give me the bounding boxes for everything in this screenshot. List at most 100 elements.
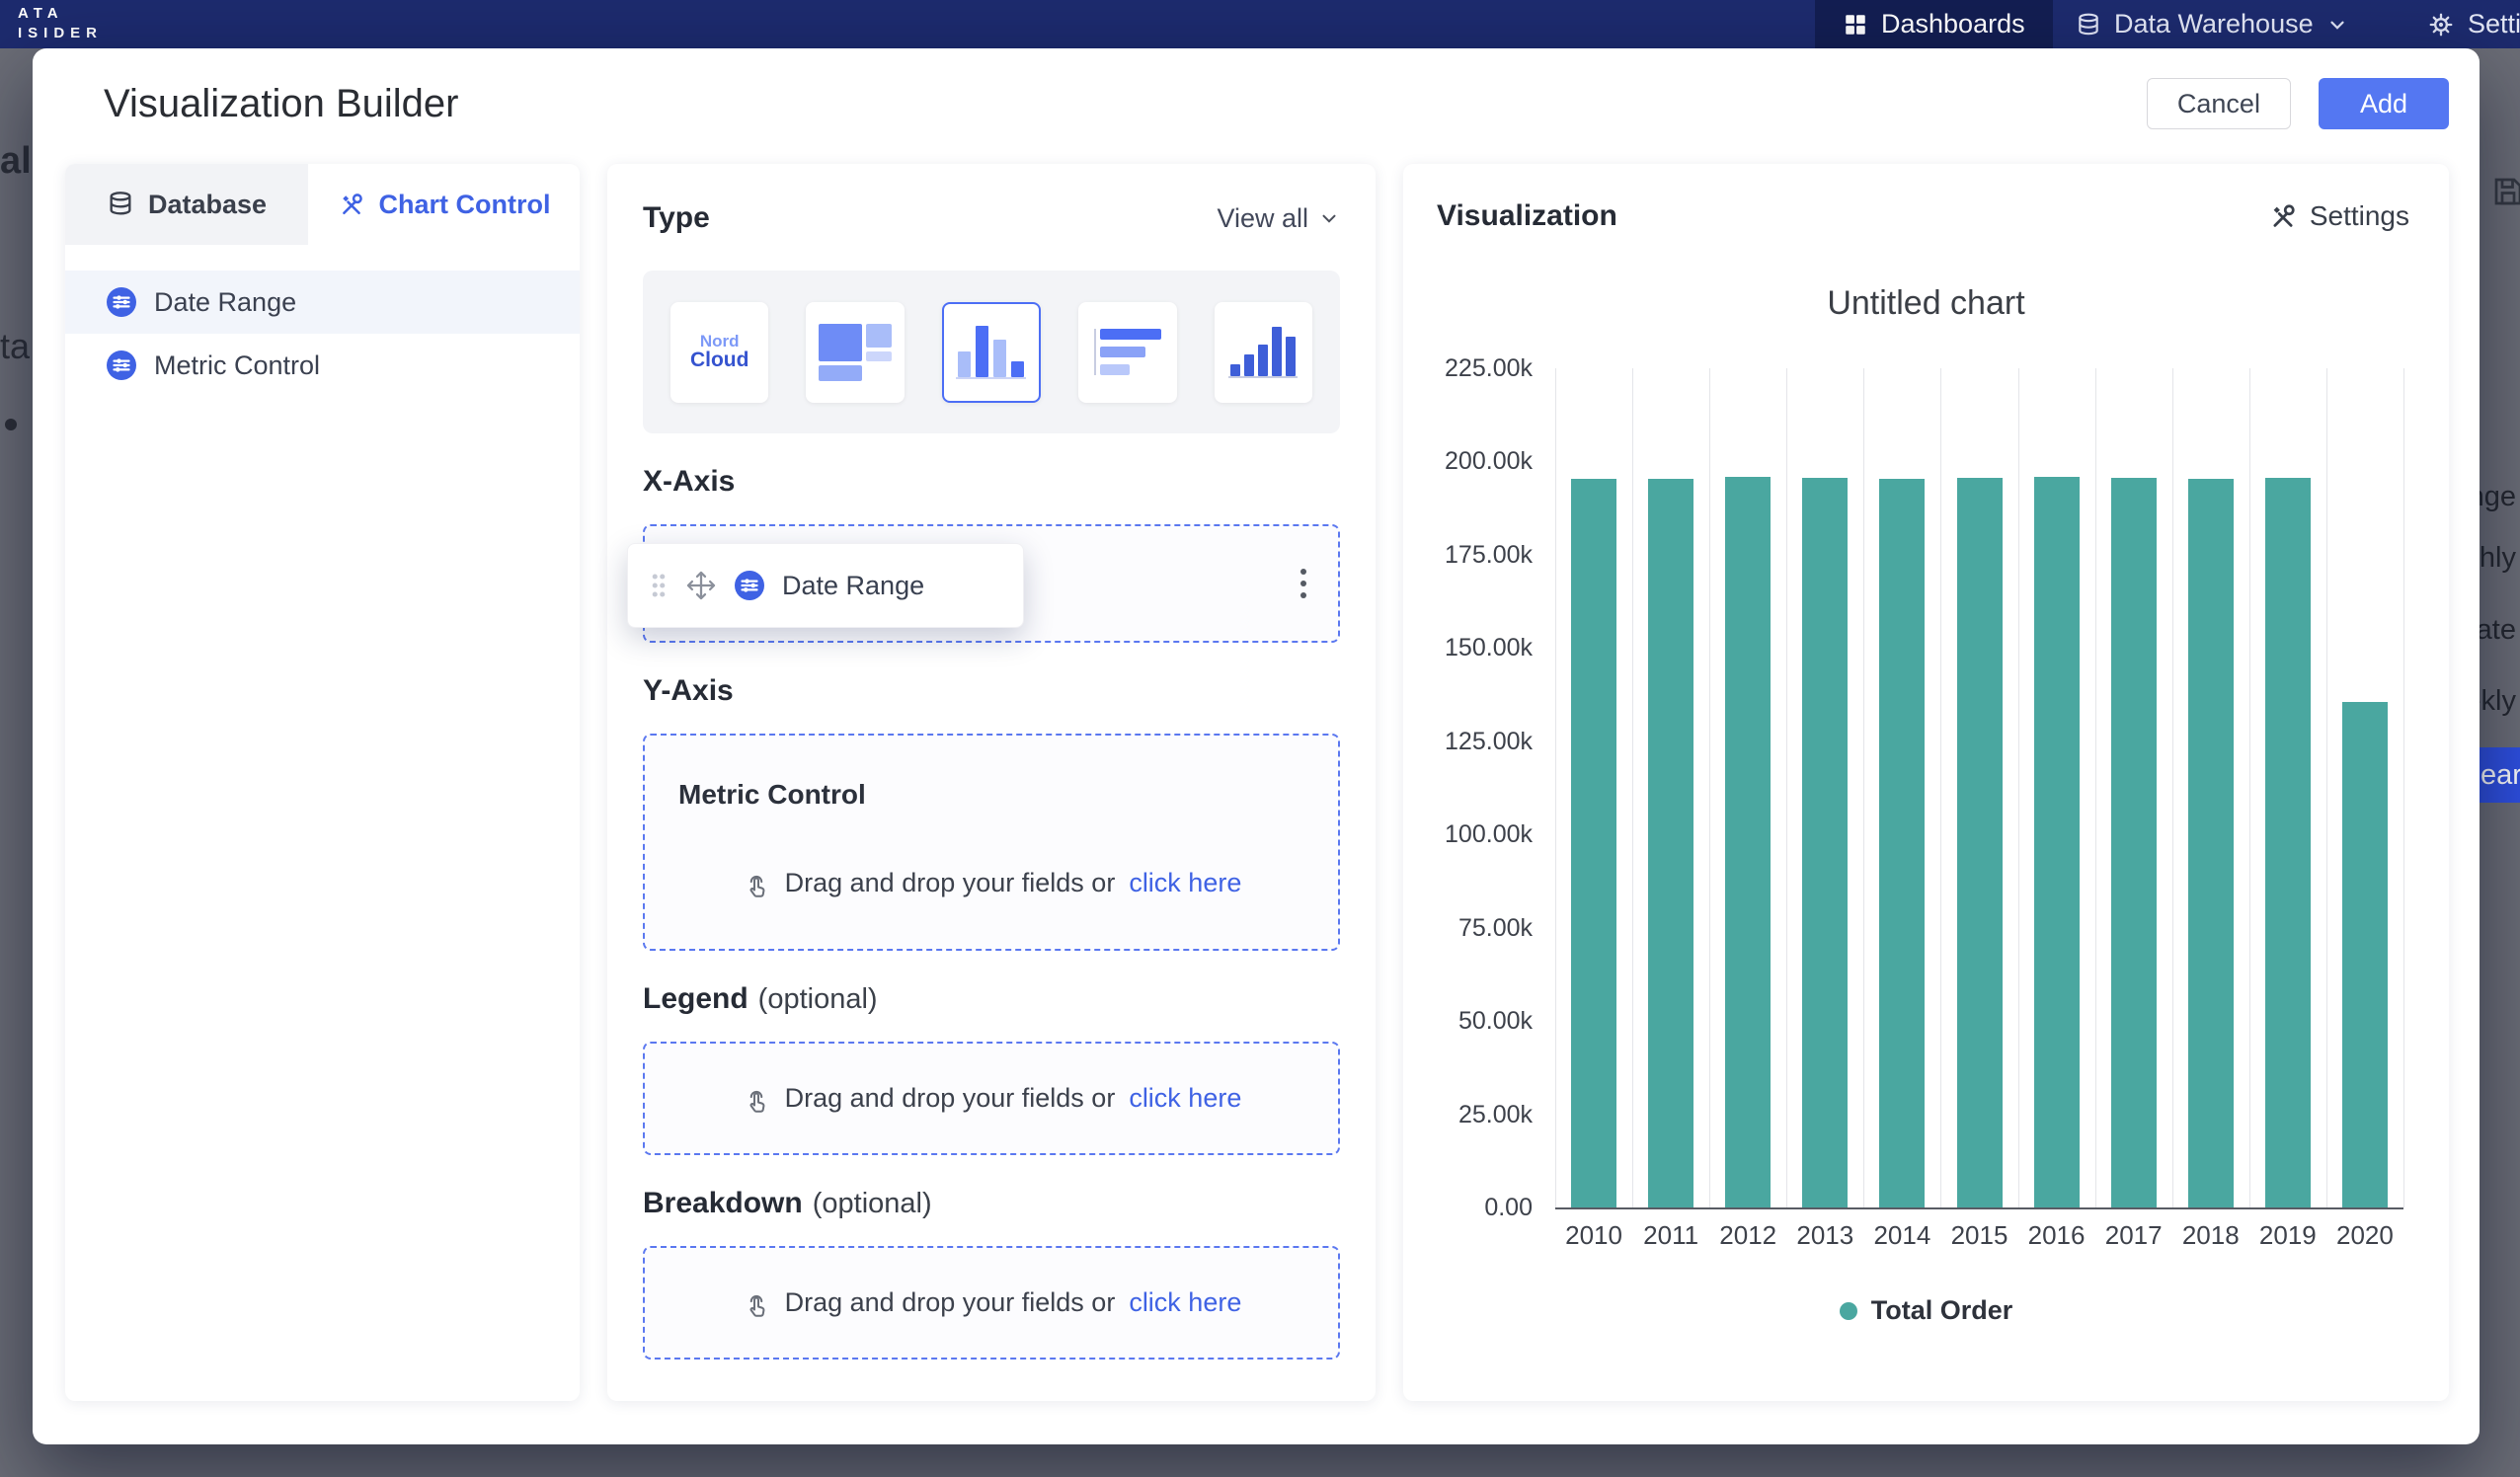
control-field-list: Date Range Metric Control	[65, 271, 580, 397]
horizontal-bar-icon	[1094, 329, 1161, 375]
control-filter-icon	[107, 287, 136, 317]
modal-header: Visualization Builder Cancel Add	[33, 48, 2480, 129]
nav-dashboards-label: Dashboards	[1881, 9, 2025, 39]
chart-type-treemap[interactable]	[806, 302, 904, 403]
nav-settings-label: Setti	[2468, 9, 2520, 39]
dashboards-grid-icon	[1843, 12, 1868, 38]
x-axis-line	[1555, 1207, 2403, 1209]
chart-type-histogram[interactable]	[1215, 302, 1312, 403]
tab-chart-control-label: Chart Control	[379, 190, 551, 220]
legend-heading: Legend(optional)	[643, 982, 1340, 1016]
fields-panel-tabs: Database Chart Control	[65, 164, 580, 245]
y-axis-tick-label: 100.00k	[1414, 819, 1533, 849]
x-axis-tick-label: 2020	[2326, 1220, 2403, 1250]
gridline	[2172, 368, 2173, 1207]
tab-database-label: Database	[148, 190, 267, 220]
cancel-button[interactable]: Cancel	[2147, 78, 2291, 129]
brand-logo: ATA ISIDER	[18, 4, 103, 43]
chart-layer: 225.00k200.00k175.00k150.00k125.00k100.0…	[1403, 164, 2449, 1401]
nav-dashboards[interactable]: Dashboards	[1815, 0, 2053, 48]
word-cloud-icon: Nord Cloud	[690, 333, 748, 372]
field-date-range[interactable]: Date Range	[65, 271, 580, 334]
chart-type-word-cloud[interactable]: Nord Cloud	[670, 302, 768, 403]
nav-data-warehouse[interactable]: Data Warehouse	[2076, 0, 2348, 48]
click-here-link[interactable]: click here	[1129, 868, 1241, 898]
chevron-down-icon	[2326, 14, 2348, 36]
y-axis-tick-label: 75.00k	[1414, 913, 1533, 943]
y-axis-tick-label: 150.00k	[1414, 633, 1533, 662]
legend-marker	[1840, 1302, 1857, 1320]
bar-2013	[1802, 478, 1848, 1207]
bar-2015	[1957, 478, 2003, 1207]
drop-hint-text: Drag and drop your fields or	[785, 1287, 1116, 1318]
tap-hand-icon	[742, 1288, 771, 1318]
chart-type-bar[interactable]	[1078, 302, 1176, 403]
control-filter-icon	[735, 571, 764, 600]
y-axis-heading: Y-Axis	[643, 674, 1340, 708]
y-axis-tick-label: 0.00	[1414, 1193, 1533, 1222]
legend-dropzone[interactable]: Drag and drop your fields or click here	[643, 1042, 1340, 1155]
grouped-column-icon	[956, 326, 1026, 379]
y-axis-dropzone[interactable]: Metric Control Drag and drop your fields…	[643, 734, 1340, 951]
chart-type-strip: Nord Cloud	[643, 271, 1340, 433]
view-all-label: View all	[1217, 203, 1308, 234]
field-metric-control[interactable]: Metric Control	[65, 334, 580, 397]
tools-icon	[338, 191, 365, 218]
bar-2019	[2265, 478, 2311, 1207]
click-here-link[interactable]: click here	[1129, 1083, 1241, 1114]
tab-chart-control[interactable]: Chart Control	[308, 164, 580, 245]
x-axis-tick-label: 2012	[1709, 1220, 1786, 1250]
click-here-link[interactable]: click here	[1129, 1287, 1241, 1318]
gear-icon	[2427, 11, 2455, 39]
move-arrows-icon	[685, 570, 717, 601]
drop-hint-text: Drag and drop your fields or	[785, 868, 1116, 898]
gridline	[1940, 368, 1941, 1207]
x-axis-tick-label: 2013	[1786, 1220, 1863, 1250]
gridline	[2326, 368, 2327, 1207]
x-axis-tick-label: 2018	[2172, 1220, 2249, 1250]
tap-hand-icon	[742, 1084, 771, 1114]
gridline	[2403, 368, 2404, 1207]
x-axis-tick-label: 2011	[1632, 1220, 1709, 1250]
brand-line2: ISIDER	[18, 24, 103, 43]
bar-2018	[2188, 479, 2234, 1207]
view-all-dropdown[interactable]: View all	[1217, 203, 1340, 234]
gridline	[2095, 368, 2096, 1207]
bar-2010	[1571, 479, 1616, 1207]
database-icon	[107, 191, 134, 218]
y-axis-group-label: Metric Control	[678, 779, 1338, 811]
x-axis-heading: X-Axis	[643, 465, 1340, 499]
chevron-down-icon	[1318, 207, 1340, 229]
nav-settings[interactable]: Setti	[2427, 0, 2520, 48]
chart-type-column-selected[interactable]	[942, 302, 1041, 403]
gridline	[2249, 368, 2250, 1207]
x-axis-field-chip[interactable]: Date Range	[627, 543, 1024, 628]
gridline	[1555, 368, 1556, 1207]
add-button[interactable]: Add	[2319, 78, 2449, 129]
x-axis-tick-label: 2016	[2018, 1220, 2095, 1250]
bar-2020	[2342, 702, 2388, 1207]
page-title: Visualization Builder	[104, 82, 458, 126]
x-axis-tick-label: 2019	[2249, 1220, 2326, 1250]
bar-2016	[2034, 477, 2080, 1207]
y-axis-tick-label: 175.00k	[1414, 540, 1533, 570]
visualization-builder-modal: Visualization Builder Cancel Add Databas…	[33, 48, 2480, 1444]
x-axis-tick-label: 2010	[1555, 1220, 1632, 1250]
treemap-icon	[819, 324, 892, 381]
tab-database[interactable]: Database	[65, 164, 308, 245]
backdrop-selected-option: ear	[2473, 747, 2520, 803]
x-axis-field-menu[interactable]	[1295, 563, 1312, 604]
gridline	[1709, 368, 1710, 1207]
database-icon	[2076, 12, 2101, 38]
brand-line1: ATA	[18, 4, 103, 24]
x-axis-tick-label: 2014	[1863, 1220, 1940, 1250]
gridline	[2018, 368, 2019, 1207]
backdrop-bullet-dot	[5, 419, 17, 430]
y-axis-tick-label: 50.00k	[1414, 1006, 1533, 1036]
field-metric-control-label: Metric Control	[154, 350, 320, 381]
control-filter-icon	[107, 350, 136, 380]
tap-hand-icon	[742, 869, 771, 898]
breakdown-dropzone[interactable]: Drag and drop your fields or click here	[643, 1246, 1340, 1360]
bar-2011	[1648, 479, 1693, 1207]
x-axis-dropzone[interactable]: Date Range	[643, 524, 1340, 643]
